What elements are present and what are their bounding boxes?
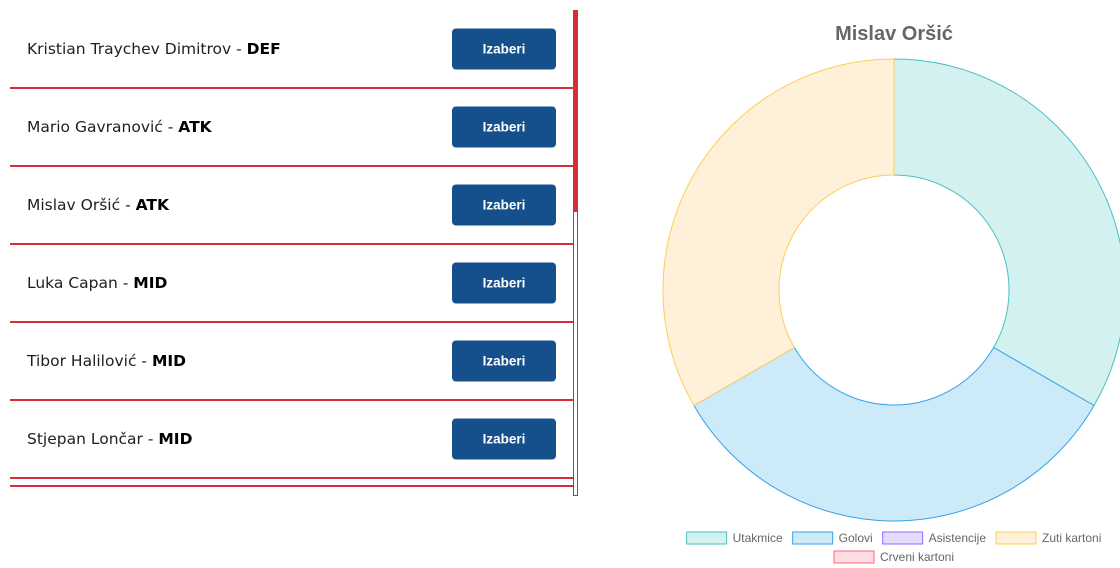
legend-swatch[interactable] bbox=[833, 550, 875, 564]
slice-golovi[interactable] bbox=[693, 346, 1095, 522]
legend-label[interactable]: Utakmice bbox=[733, 531, 783, 545]
slice-utakmice[interactable] bbox=[893, 58, 1120, 407]
legend-label[interactable]: Asistencije bbox=[929, 531, 987, 545]
slice-zuti-kartoni[interactable] bbox=[662, 58, 895, 407]
legend-swatch[interactable] bbox=[792, 531, 834, 545]
legend-swatch[interactable] bbox=[882, 531, 924, 545]
legend-swatch[interactable] bbox=[686, 531, 728, 545]
legend-label[interactable]: Zuti kartoni bbox=[1042, 531, 1101, 545]
legend-swatch[interactable] bbox=[995, 531, 1037, 545]
legend-label[interactable]: Crveni kartoni bbox=[880, 550, 954, 564]
doughnut-chart: Utakmice Golovi Asistencije Zuti kartoni Crv… bbox=[662, 58, 1120, 564]
legend-label[interactable]: Golovi bbox=[839, 531, 873, 545]
page: Kristian Traychev Dimitrov - DEF Izaberi M… bbox=[0, 0, 1120, 568]
